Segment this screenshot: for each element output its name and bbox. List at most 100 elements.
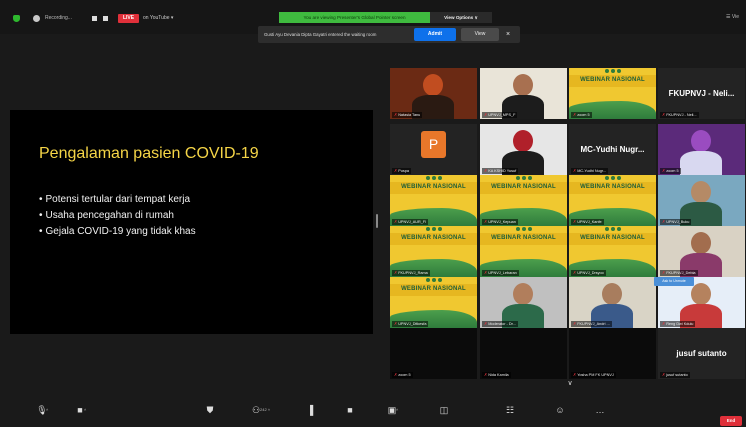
mic-muted-icon: ✗ (394, 113, 398, 117)
logo-icons (605, 227, 621, 232)
participant-name: zoom 5 (666, 169, 679, 173)
breakout-icon: ◫ (439, 405, 449, 415)
panel-splitter-handle[interactable] (376, 214, 378, 228)
toolbar-caret[interactable]: 242 ˄ (260, 407, 270, 412)
admit-button[interactable]: Admit (414, 28, 456, 41)
view-layout-button[interactable]: ☰ Vie (726, 14, 746, 22)
participant-name: Natasia Tanu (398, 113, 421, 117)
close-notice-icon[interactable]: × (506, 26, 510, 43)
participant-tile[interactable]: P ✗Puspa (390, 124, 477, 175)
slide-title: Pengalaman pasien COVID-19 (39, 145, 259, 162)
shared-screen-slide: Pengalaman pasien COVID-19 Potensi tertu… (10, 110, 373, 334)
participant-name: UPNVJ_Buku (666, 220, 690, 224)
participant-tile[interactable]: ✗Nida Kamila (480, 328, 567, 379)
participant-name: Reng Dwi Kdulu (666, 322, 694, 326)
participant-name-label: ✗UPNVJ_Lebaran (482, 270, 519, 276)
mic-muted-icon: ✗ (662, 271, 666, 275)
webinar-title: WEBINAR NASIONAL (580, 235, 645, 241)
participant-name-label: ✗FKUPNVJ - Neli... (660, 112, 699, 118)
logo-icons (605, 176, 621, 181)
webinar-title: WEBINAR NASIONAL (580, 77, 645, 83)
participant-tile[interactable]: ✗Moderator - Dr... (480, 277, 567, 328)
apps-icon: ☷ (505, 405, 515, 415)
waiting-room-notification: Gusti Ayu Devania Dipta Gayatri entered … (258, 26, 520, 43)
mic-muted-icon: ✗ (662, 169, 666, 173)
participant-tile[interactable]: WEBINAR NASIONAL ✗FKUPNVJ_Rama (390, 226, 477, 277)
participant-name-label: ✗Puspa (392, 168, 411, 174)
webinar-title: WEBINAR NASIONAL (401, 235, 466, 241)
chat-button[interactable]: ■ (330, 405, 370, 425)
security-button[interactable]: ⛊ (190, 405, 230, 425)
participant-tile[interactable]: ✗Yosha PM FK UPNVJ (569, 328, 656, 379)
participants-button[interactable]: ⚇ 242 ˄ (236, 405, 276, 425)
participant-tile[interactable]: ✗UPNVJ_Buku (658, 175, 745, 226)
logo-icons (426, 278, 442, 283)
participant-tile[interactable]: FKUPNVJ - Neli... ✗FKUPNVJ - Neli... (658, 68, 745, 119)
toolbar-caret[interactable]: ˄ (84, 407, 86, 412)
mic-muted-icon: ✗ (484, 220, 488, 224)
more-button[interactable]: … (580, 405, 620, 425)
mic-muted-icon: ✗ (662, 220, 666, 224)
participant-name-label: ✗Yosha PM FK UPNVJ (571, 372, 616, 378)
breakout-button[interactable]: ◫ (424, 405, 464, 425)
participant-name-label: ✗zoom 5 (392, 372, 413, 378)
slide-bullet: Potensi tertular dari tempat kerja (39, 192, 196, 208)
participant-tile[interactable]: ✗KA KSHID Yusuf (480, 124, 567, 175)
share-screen-button[interactable]: ▣ ˄ (372, 405, 412, 425)
video-button[interactable]: ■ ˄ (60, 405, 100, 425)
gallery-next-page-icon[interactable]: ∨ (562, 379, 578, 389)
logo-icons (426, 227, 442, 232)
participant-tile[interactable]: WEBINAR NASIONAL ✗UPNVJ_Kanfe (569, 175, 656, 226)
participant-gallery: ✗Natasia Tanu ✗UPNVJ_MPS_F WEBINAR NASIONA… (390, 68, 746, 387)
viewing-banner: You are viewing Presenter's Global Point… (279, 12, 430, 23)
participant-name: UPNVJ_AUR_FI (398, 220, 427, 224)
polls-icon: ▐ (306, 405, 314, 415)
participant-name: UPNVJ_Kanfe (577, 220, 602, 224)
participant-name-label: ✗UPNVJ_Ditkesfa (392, 321, 429, 327)
participant-tile[interactable]: ✗zoom 5 (390, 328, 477, 379)
participant-tile[interactable]: WEBINAR NASIONAL ✗UPNVJ_AUR_FI (390, 175, 477, 226)
reactions-button[interactable]: ☺ (540, 405, 580, 425)
toolbar-caret[interactable]: ˄ (46, 407, 48, 412)
polls-button[interactable]: ▐ (290, 405, 330, 425)
participant-name-label: ✗UPNVJ_Drsyoo (571, 270, 606, 276)
meeting-toolbar: End 🎙 ˄ ■ ˄ ⛊ ⚇ 242 ˄ ▐ ■ ▣ ˄ ◫ ☷ ☺… (0, 402, 746, 427)
participant-name: Puspa (398, 169, 409, 173)
participant-tile[interactable]: WEBINAR NASIONAL ✗UPNVJ_Ditkesfa (390, 277, 477, 328)
participant-name: UPNVJ_MPS_F (488, 113, 516, 117)
logo-icons (605, 69, 621, 74)
participant-tile[interactable]: ✗zoom 5 (658, 124, 745, 175)
participant-tile[interactable]: ✗Natasia Tanu (390, 68, 477, 119)
participant-tile[interactable]: MC-Yudhi Nugr... ✗MC-Yudhi Nugr... (569, 124, 656, 175)
participant-tile[interactable]: WEBINAR NASIONAL ✗UPNVJ_Drsyoo (569, 226, 656, 277)
participant-tile[interactable]: WEBINAR NASIONAL ✗zoom 5 (569, 68, 656, 119)
logo-icons (516, 176, 532, 181)
participant-avatar: P (421, 131, 446, 158)
view-button[interactable]: View (461, 28, 499, 41)
participant-tile[interactable]: jusuf sutanto ✗jusuf sutanto (658, 328, 745, 379)
participant-name: FKUPNVJ_Debia (666, 271, 696, 275)
live-destination-dropdown[interactable]: on YouTube ▾ (143, 11, 173, 25)
view-options-button[interactable]: View Options ∨ (430, 12, 492, 23)
participant-tile[interactable]: ✗FKUPNVJ_Andri ... (569, 277, 656, 328)
mic-muted-icon: ✗ (662, 373, 666, 377)
security-icon: ⛊ (206, 405, 214, 415)
participant-tile[interactable]: WEBINAR NASIONAL ✗UPNVJ_Kepuan (480, 175, 567, 226)
participant-tile[interactable]: WEBINAR NASIONAL ✗UPNVJ_Lebaran (480, 226, 567, 277)
participant-name: MC-Yudhi Nugr... (577, 169, 607, 173)
mic-button[interactable]: 🎙 ˄ (22, 405, 62, 425)
stop-recording-button[interactable] (103, 16, 108, 21)
end-meeting-button[interactable]: End (720, 416, 742, 426)
apps-button[interactable]: ☷ (490, 405, 530, 425)
participant-tile[interactable]: ✗FKUPNVJ_Debia (658, 226, 745, 277)
security-shield-icon[interactable] (13, 15, 20, 22)
webinar-title: WEBINAR NASIONAL (580, 184, 645, 190)
toolbar-caret[interactable]: ˄ (396, 407, 398, 412)
reactions-icon: ☺ (555, 405, 565, 415)
participant-tile[interactable]: ✗UPNVJ_MPS_F (480, 68, 567, 119)
ask-to-unmute-button[interactable]: Ask to Unmute (654, 277, 694, 286)
pause-recording-button[interactable] (92, 16, 97, 21)
share-screen-icon: ▣ (387, 405, 397, 415)
participant-name: FKUPNVJ_Andri ... (577, 322, 610, 326)
logo-icons (426, 176, 442, 181)
